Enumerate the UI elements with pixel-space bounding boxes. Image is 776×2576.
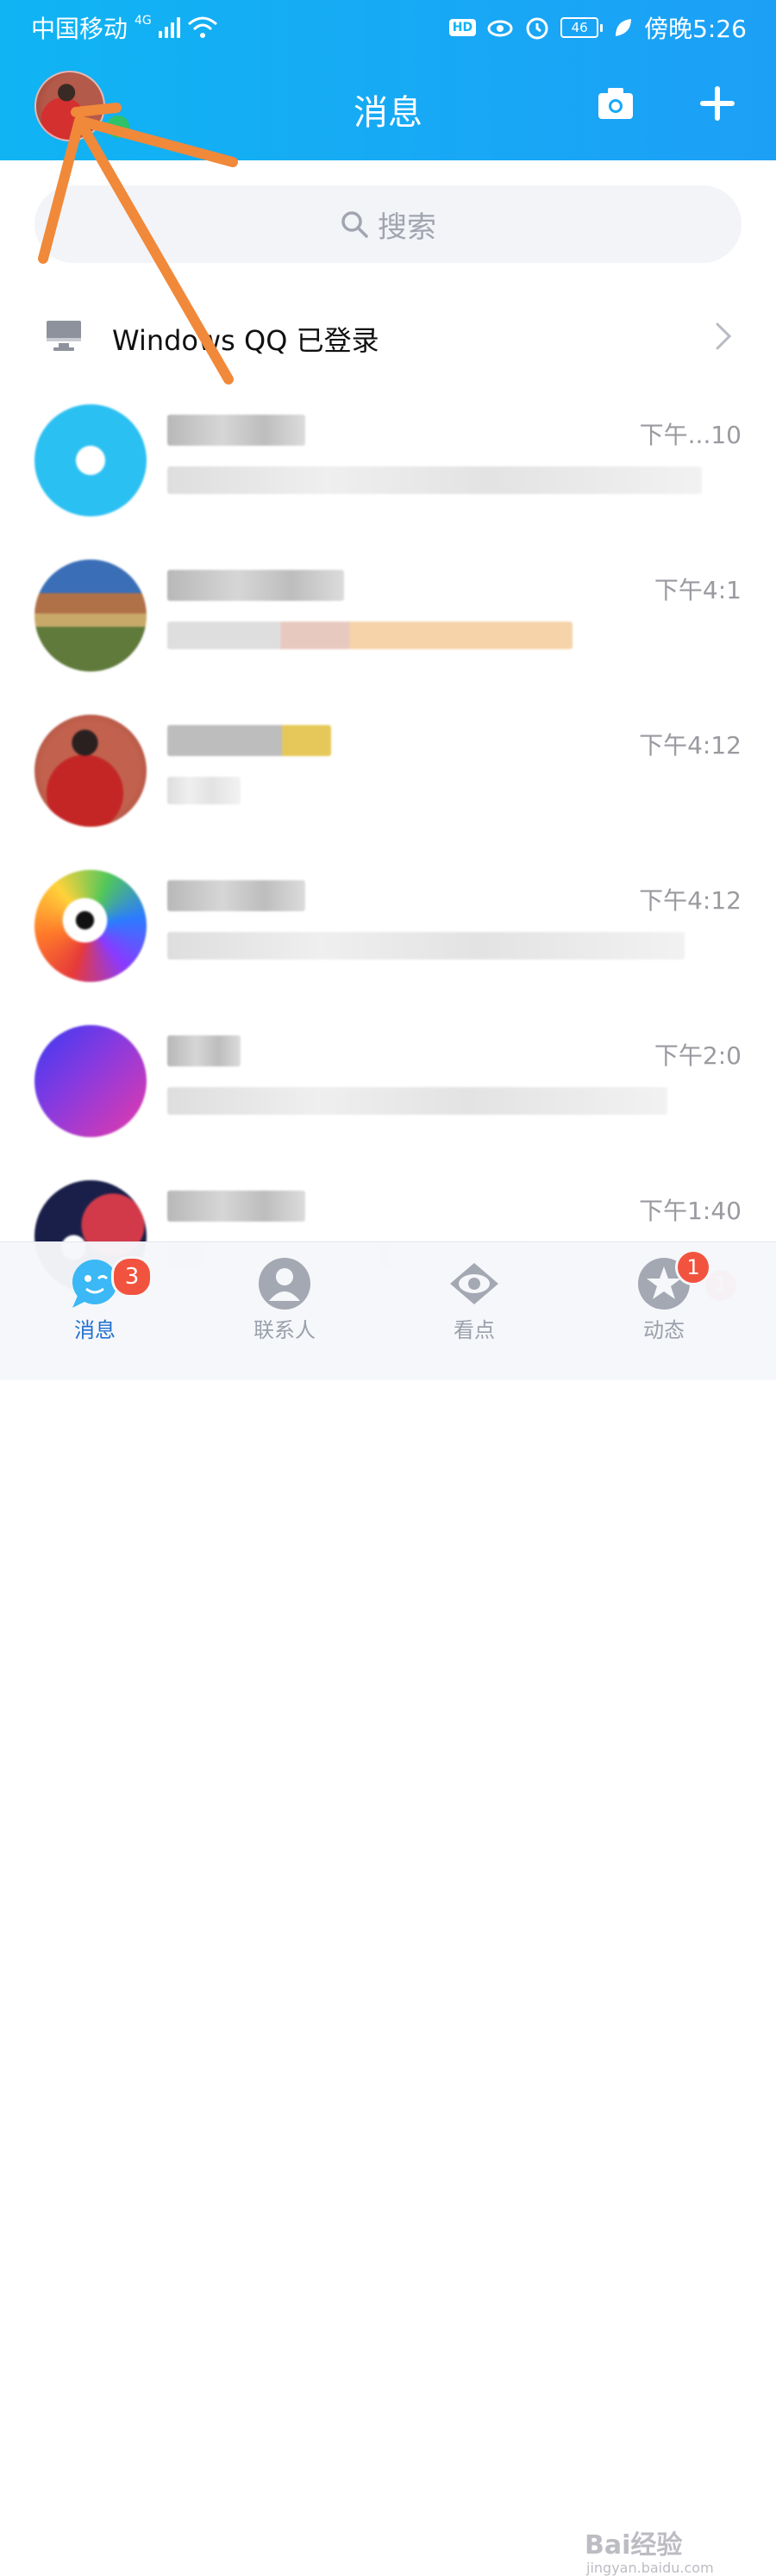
- tab-badge: 1: [675, 1249, 711, 1285]
- conversation-row[interactable]: 下午4:12: [0, 703, 776, 858]
- tab-contacts[interactable]: 联系人: [220, 1242, 349, 1380]
- battery-level: 46: [560, 17, 599, 38]
- conversation-preview-redacted: [167, 466, 702, 494]
- signal-icon: [158, 17, 180, 38]
- person-icon: [259, 1258, 310, 1310]
- conversation-avatar: [34, 870, 147, 982]
- conversation-row[interactable]: 下午2:0: [0, 1013, 776, 1168]
- tab-moments[interactable]: 1 动态: [599, 1242, 729, 1380]
- alarm-icon: [526, 17, 548, 40]
- chevron-right-icon: [716, 322, 732, 350]
- carrier-name: 中国移动: [31, 15, 128, 43]
- app-header: 中国移动 4G HD 46 傍晚5:26 消息: [0, 0, 776, 160]
- status-time: 傍晚5:26: [644, 15, 747, 43]
- conversation-time: 下午4:12: [639, 731, 742, 760]
- hd-badge: HD: [448, 19, 477, 36]
- monitor-icon: [47, 321, 81, 351]
- conversation-time: 下午2:0: [654, 1041, 742, 1070]
- page-title: 消息: [354, 93, 422, 133]
- device-login-banner[interactable]: Windows QQ 已登录: [0, 293, 776, 379]
- conversation-name-redacted: [167, 1035, 241, 1066]
- tab-label: 消息: [74, 1318, 116, 1342]
- conversation-row[interactable]: 下午...10: [0, 392, 776, 547]
- bottom-tab-bar: 3 消息 联系人 看点 1 动态 Bai经验 jingyan.baidu.com: [0, 1241, 776, 2576]
- conversation-name-redacted: [167, 570, 344, 601]
- search-placeholder: 搜索: [378, 209, 436, 245]
- camera-icon[interactable]: [595, 83, 636, 124]
- tab-label: 看点: [454, 1318, 495, 1342]
- conversation-time: 下午4:12: [639, 886, 742, 915]
- tab-label: 动态: [643, 1318, 685, 1342]
- eye-comfort-icon: [487, 20, 513, 37]
- conversation-preview-redacted: [167, 1087, 667, 1115]
- network-type: 4G: [135, 14, 152, 28]
- conversation-name-redacted: [167, 1191, 305, 1222]
- device-login-label: Windows QQ 已登录: [112, 324, 379, 357]
- conversation-time: 下午4:1: [654, 576, 742, 604]
- conversation-preview-redacted: [167, 777, 241, 804]
- tab-discover[interactable]: 看点: [410, 1242, 539, 1380]
- tab-label: 联系人: [253, 1318, 316, 1342]
- battery-icon: 46: [560, 17, 604, 38]
- conversation-avatar: [34, 715, 147, 827]
- watermark-logo: Bai经验: [585, 2530, 683, 2560]
- conversation-name-redacted: [167, 415, 305, 446]
- conversation-name-redacted: [167, 725, 331, 756]
- tab-messages[interactable]: 3 消息: [30, 1242, 160, 1380]
- eye-icon: [450, 1263, 498, 1304]
- conversation-time: 下午1:40: [639, 1197, 742, 1225]
- search-bar[interactable]: 搜索: [34, 185, 742, 263]
- conversation-preview-redacted: [167, 622, 573, 649]
- conversation-list: 下午...10 下午4:1 下午4:12 下午4:12 下午2:0 下午1:40…: [0, 392, 776, 1323]
- conversation-avatar: [34, 560, 147, 672]
- conversation-preview-redacted: [167, 932, 685, 960]
- leaf-icon: [616, 19, 632, 36]
- plus-icon[interactable]: [697, 83, 738, 124]
- search-icon: [341, 211, 368, 238]
- conversation-row[interactable]: 下午4:1: [0, 547, 776, 703]
- conversation-time: 下午...10: [639, 421, 742, 449]
- wifi-icon: [187, 16, 217, 38]
- conversation-row[interactable]: 下午4:12: [0, 858, 776, 1013]
- tab-badge: 3: [111, 1256, 153, 1297]
- conversation-avatar: [34, 404, 147, 516]
- status-bar: 中国移动 4G HD 46 傍晚5:26: [0, 0, 776, 55]
- conversation-name-redacted: [167, 880, 305, 911]
- conversation-avatar: [34, 1025, 147, 1137]
- watermark-url: jingyan.baidu.com: [586, 2560, 714, 2576]
